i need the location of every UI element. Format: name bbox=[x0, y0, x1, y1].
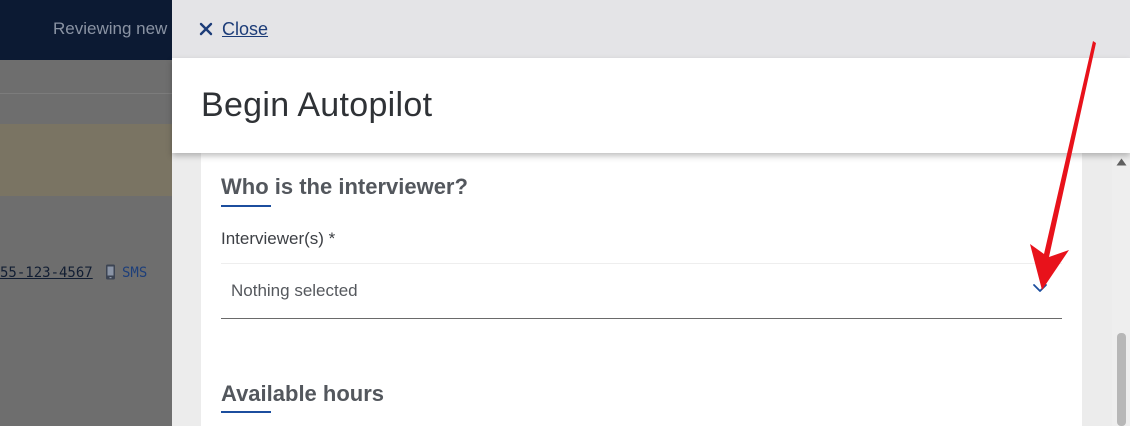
panel-top-bar: Close bbox=[172, 0, 1130, 58]
section-heading-interviewer: Who is the interviewer? bbox=[221, 174, 468, 199]
section-underline bbox=[221, 205, 271, 207]
scroll-up-arrow-icon[interactable] bbox=[1116, 158, 1127, 166]
page-title: Begin Autopilot bbox=[201, 86, 433, 124]
interviewers-select-value: Nothing selected bbox=[231, 281, 358, 300]
background-divider bbox=[0, 93, 172, 94]
background-sms-link[interactable]: SMS bbox=[122, 265, 147, 281]
form-card: Who is the interviewer? Interviewer(s) *… bbox=[201, 153, 1082, 426]
background-phone-link[interactable]: 55-123-4567 bbox=[0, 265, 93, 281]
section-underline bbox=[221, 411, 271, 413]
close-button[interactable]: Close bbox=[199, 18, 268, 40]
interviewers-field-label: Interviewer(s) * bbox=[221, 229, 336, 248]
begin-autopilot-panel: Close Begin Autopilot Who is the intervi… bbox=[172, 0, 1130, 426]
panel-header: Begin Autopilot bbox=[172, 58, 1130, 153]
close-label: Close bbox=[222, 18, 269, 39]
background-header-title: Reviewing new bbox=[53, 19, 168, 38]
scrollbar[interactable] bbox=[1112, 153, 1130, 426]
chevron-down-icon[interactable] bbox=[1032, 282, 1048, 294]
close-icon bbox=[199, 22, 213, 36]
section-heading-available-hours: Available hours bbox=[221, 381, 385, 406]
background-banner bbox=[0, 124, 172, 196]
scrollbar-thumb[interactable] bbox=[1117, 333, 1126, 426]
interviewers-select[interactable]: Nothing selected bbox=[221, 263, 1062, 319]
phone-icon bbox=[106, 264, 115, 280]
